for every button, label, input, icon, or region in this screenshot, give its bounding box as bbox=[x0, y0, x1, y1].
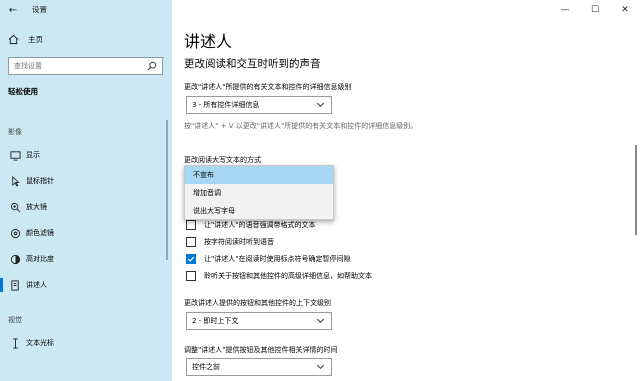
mouse-pointer-icon bbox=[9, 175, 21, 187]
caps-option-say-cap[interactable]: 说出大写字母 bbox=[185, 202, 333, 220]
chevron-down-icon bbox=[316, 102, 325, 108]
chevron-down-icon bbox=[316, 364, 325, 370]
sidebar-item-magnifier[interactable]: 放大镜 bbox=[0, 197, 172, 217]
checkbox[interactable] bbox=[186, 237, 196, 247]
home-icon bbox=[8, 34, 19, 45]
search-box[interactable] bbox=[8, 57, 163, 75]
checkbox-row-char-reading[interactable]: 按字符阅读时听到语音 bbox=[186, 237, 274, 247]
checkbox-row-emphasize-formatted[interactable]: 让"讲述人"的语音强调带格式的文本 bbox=[186, 220, 315, 230]
checkbox[interactable] bbox=[186, 271, 196, 281]
window-controls: — ☐ ✕ bbox=[550, 0, 640, 20]
magnifier-icon bbox=[9, 201, 21, 213]
sidebar-home[interactable]: 主页 bbox=[8, 34, 43, 45]
checkbox-label: 聆听关于按钮和其他控件的高级详细信息，如帮助文本 bbox=[204, 272, 372, 280]
checkmark-icon bbox=[187, 256, 195, 262]
display-icon bbox=[9, 149, 21, 161]
timing-value: 控件之前 bbox=[192, 363, 220, 371]
checkbox-row-advanced-details[interactable]: 聆听关于按钮和其他控件的高级详细信息，如帮助文本 bbox=[186, 271, 372, 281]
sidebar: ← 设置 主页 轻松使用 影像 显示 鼠标指针 放大镜 bbox=[0, 0, 172, 381]
section-title: 轻松使用 bbox=[8, 87, 38, 96]
group-title-vision: 影像 bbox=[8, 128, 22, 136]
sidebar-item-narrator[interactable]: 讲述人 bbox=[0, 275, 172, 295]
checkbox-label: 让"讲述人"的语音强调带格式的文本 bbox=[204, 221, 316, 229]
context-level-value: 2 - 即时上下文 bbox=[192, 317, 239, 325]
detail-level-label: 更改"讲述人"所提供的有关文本和控件的详细信息级别 bbox=[184, 83, 352, 91]
sidebar-item-label: 文本光标 bbox=[26, 339, 54, 347]
sidebar-scrollbar[interactable] bbox=[166, 120, 168, 260]
back-arrow-icon[interactable]: ← bbox=[6, 3, 20, 17]
sidebar-item-label: 颜色滤镜 bbox=[26, 229, 54, 237]
search-input[interactable] bbox=[14, 62, 144, 70]
timing-label: 调整"讲述人"提供按钮及其他控件相关详情的时间 bbox=[184, 346, 338, 354]
checkbox-checked[interactable] bbox=[186, 254, 196, 264]
sidebar-item-color-filters[interactable]: 颜色滤镜 bbox=[0, 223, 172, 243]
page-subtitle: 更改阅读和交互时听到的声音 bbox=[184, 58, 321, 70]
caps-option-increase-pitch[interactable]: 增加音调 bbox=[185, 184, 333, 202]
titlebar-left: ← 设置 bbox=[0, 0, 172, 20]
minimize-button[interactable]: — bbox=[550, 0, 580, 20]
text-cursor-icon bbox=[9, 337, 21, 349]
detail-level-hint: 按"讲述人" + V 以更改"讲述人"所提供的有关文本和控件的详细信息级别。 bbox=[184, 122, 418, 130]
window-title: 设置 bbox=[32, 5, 47, 14]
checkbox-label: 按字符阅读时听到语音 bbox=[204, 238, 274, 246]
high-contrast-icon bbox=[9, 253, 21, 265]
search-icon[interactable] bbox=[147, 61, 157, 71]
sidebar-item-label: 鼠标指针 bbox=[26, 177, 54, 185]
detail-level-dropdown[interactable]: 3 - 所有控件详细信息 bbox=[186, 96, 332, 114]
caps-dropdown-list: 不宣布 增加音调 说出大写字母 bbox=[184, 165, 334, 220]
group-title-visual: 视觉 bbox=[8, 316, 22, 324]
sidebar-item-text-cursor[interactable]: 文本光标 bbox=[0, 333, 172, 353]
context-level-dropdown[interactable]: 2 - 即时上下文 bbox=[186, 312, 332, 330]
sidebar-item-high-contrast[interactable]: 高对比度 bbox=[0, 249, 172, 269]
caps-label: 更改阅读大写文本的方式 bbox=[184, 156, 261, 164]
narrator-icon bbox=[9, 279, 21, 291]
close-button[interactable]: ✕ bbox=[610, 0, 640, 20]
home-label: 主页 bbox=[28, 35, 43, 44]
context-level-label: 更改讲述人提供的按钮和其他控件的上下文级别 bbox=[184, 299, 331, 307]
sidebar-item-mouse-pointer[interactable]: 鼠标指针 bbox=[0, 171, 172, 191]
checkbox-row-punctuation-pause[interactable]: 让"讲述人"在阅读时使用标点符号确定暂停间隙 bbox=[186, 254, 350, 264]
page-title: 讲述人 bbox=[184, 32, 233, 51]
sidebar-item-label: 高对比度 bbox=[26, 255, 54, 263]
chevron-down-icon bbox=[316, 318, 325, 324]
detail-level-value: 3 - 所有控件详细信息 bbox=[192, 101, 260, 109]
color-filters-icon bbox=[9, 227, 21, 239]
sidebar-item-label: 放大镜 bbox=[26, 203, 47, 211]
checkbox-label: 让"讲述人"在阅读时使用标点符号确定暂停间隙 bbox=[204, 255, 351, 263]
sidebar-item-display[interactable]: 显示 bbox=[0, 145, 172, 165]
maximize-button[interactable]: ☐ bbox=[580, 0, 610, 20]
caps-option-no-announce[interactable]: 不宣布 bbox=[185, 166, 333, 184]
sidebar-item-label: 显示 bbox=[26, 151, 40, 159]
checkbox[interactable] bbox=[186, 220, 196, 230]
sidebar-item-label: 讲述人 bbox=[26, 281, 47, 289]
timing-dropdown[interactable]: 控件之前 bbox=[186, 358, 332, 376]
main-scrollbar[interactable] bbox=[635, 145, 637, 235]
